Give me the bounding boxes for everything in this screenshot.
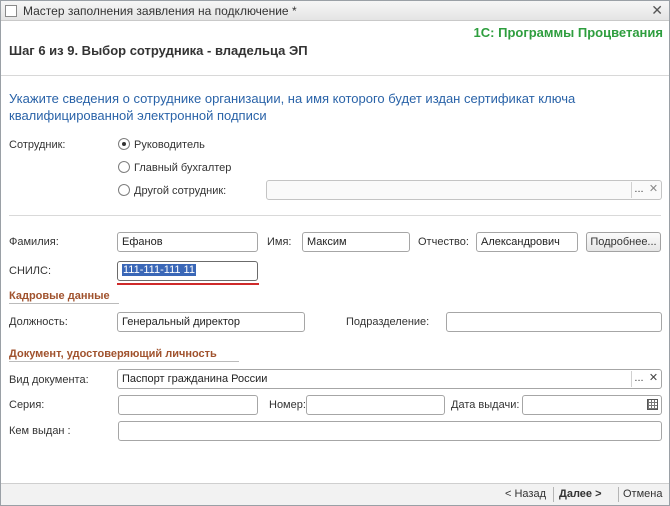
radio-other-employee-label[interactable]: Другой сотрудник: [134,185,226,197]
intro-text: Укажите сведения о сотруднике организаци… [9,91,576,123]
number-input[interactable] [306,395,445,415]
position-input[interactable]: Генеральный директор [117,312,305,332]
issue-date-label: Дата выдачи: [451,399,520,411]
issue-date-input[interactable] [522,395,662,415]
surname-label: Фамилия: [9,236,59,248]
step-title: Шаг 6 из 9. Выбор сотрудника - владельца… [9,43,308,58]
next-button[interactable]: Далее > [559,488,602,500]
brand-label: 1С: Программы Процветания [473,25,663,40]
calendar-icon[interactable] [647,399,658,410]
radio-director-label[interactable]: Руководитель [134,139,205,151]
hr-section-title: Кадровые данные [9,290,110,302]
document-section-underline [9,361,239,362]
radio-other-employee[interactable] [118,184,130,196]
document-type-label: Вид документа: [9,374,89,386]
title-bar: Мастер заполнения заявления на подключен… [1,1,669,21]
snils-selected-text: 111-111-111 11 [122,264,196,276]
patronymic-label: Отчество: [418,236,469,248]
position-label: Должность: [9,316,68,328]
patronymic-input[interactable]: Александрович [476,232,578,252]
department-label: Подразделение: [346,316,430,328]
employee-label: Сотрудник: [9,139,66,151]
issued-by-label: Кем выдан : [9,425,71,437]
separator [9,215,661,216]
hr-section-underline [9,303,119,304]
footer-separator [553,487,554,502]
name-label: Имя: [267,236,292,248]
number-label: Номер: [269,399,306,411]
department-input[interactable] [446,312,662,332]
other-employee-clear-icon[interactable]: ✕ [646,182,661,198]
radio-chief-accountant[interactable] [118,161,130,173]
wizard-window: Мастер заполнения заявления на подключен… [0,0,670,506]
cancel-button[interactable]: Отмена [623,488,662,500]
snils-input[interactable]: 111-111-111 11 [117,261,258,281]
snils-label: СНИЛС: [9,265,52,277]
document-type-clear-icon[interactable]: ✕ [646,371,661,387]
series-input[interactable] [118,395,258,415]
back-button[interactable]: < Назад [505,488,546,500]
radio-chief-accountant-label[interactable]: Главный бухгалтер [134,162,231,174]
other-employee-choose-button[interactable]: ... [631,182,646,198]
close-icon[interactable]: ✕ [651,2,663,19]
series-label: Серия: [9,399,45,411]
window-title: Мастер заполнения заявления на подключен… [23,4,297,18]
name-input[interactable]: Максим [302,232,410,252]
snils-underline [117,283,259,285]
wizard-header: 1С: Программы Процветания Шаг 6 из 9. Вы… [1,22,669,76]
document-section-title: Документ, удостоверяющий личность [9,348,217,360]
issued-by-input[interactable] [118,421,662,441]
radio-director[interactable] [118,138,130,150]
window-icon [5,5,17,17]
surname-input[interactable]: Ефанов [117,232,258,252]
other-employee-field[interactable] [266,180,662,200]
document-type-choose-button[interactable]: ... [631,371,646,387]
details-button[interactable]: Подробнее... [586,232,661,252]
wizard-footer: < Назад Далее > Отмена [1,483,669,505]
document-type-input[interactable]: Паспорт гражданина России [117,369,662,389]
footer-separator [618,487,619,502]
